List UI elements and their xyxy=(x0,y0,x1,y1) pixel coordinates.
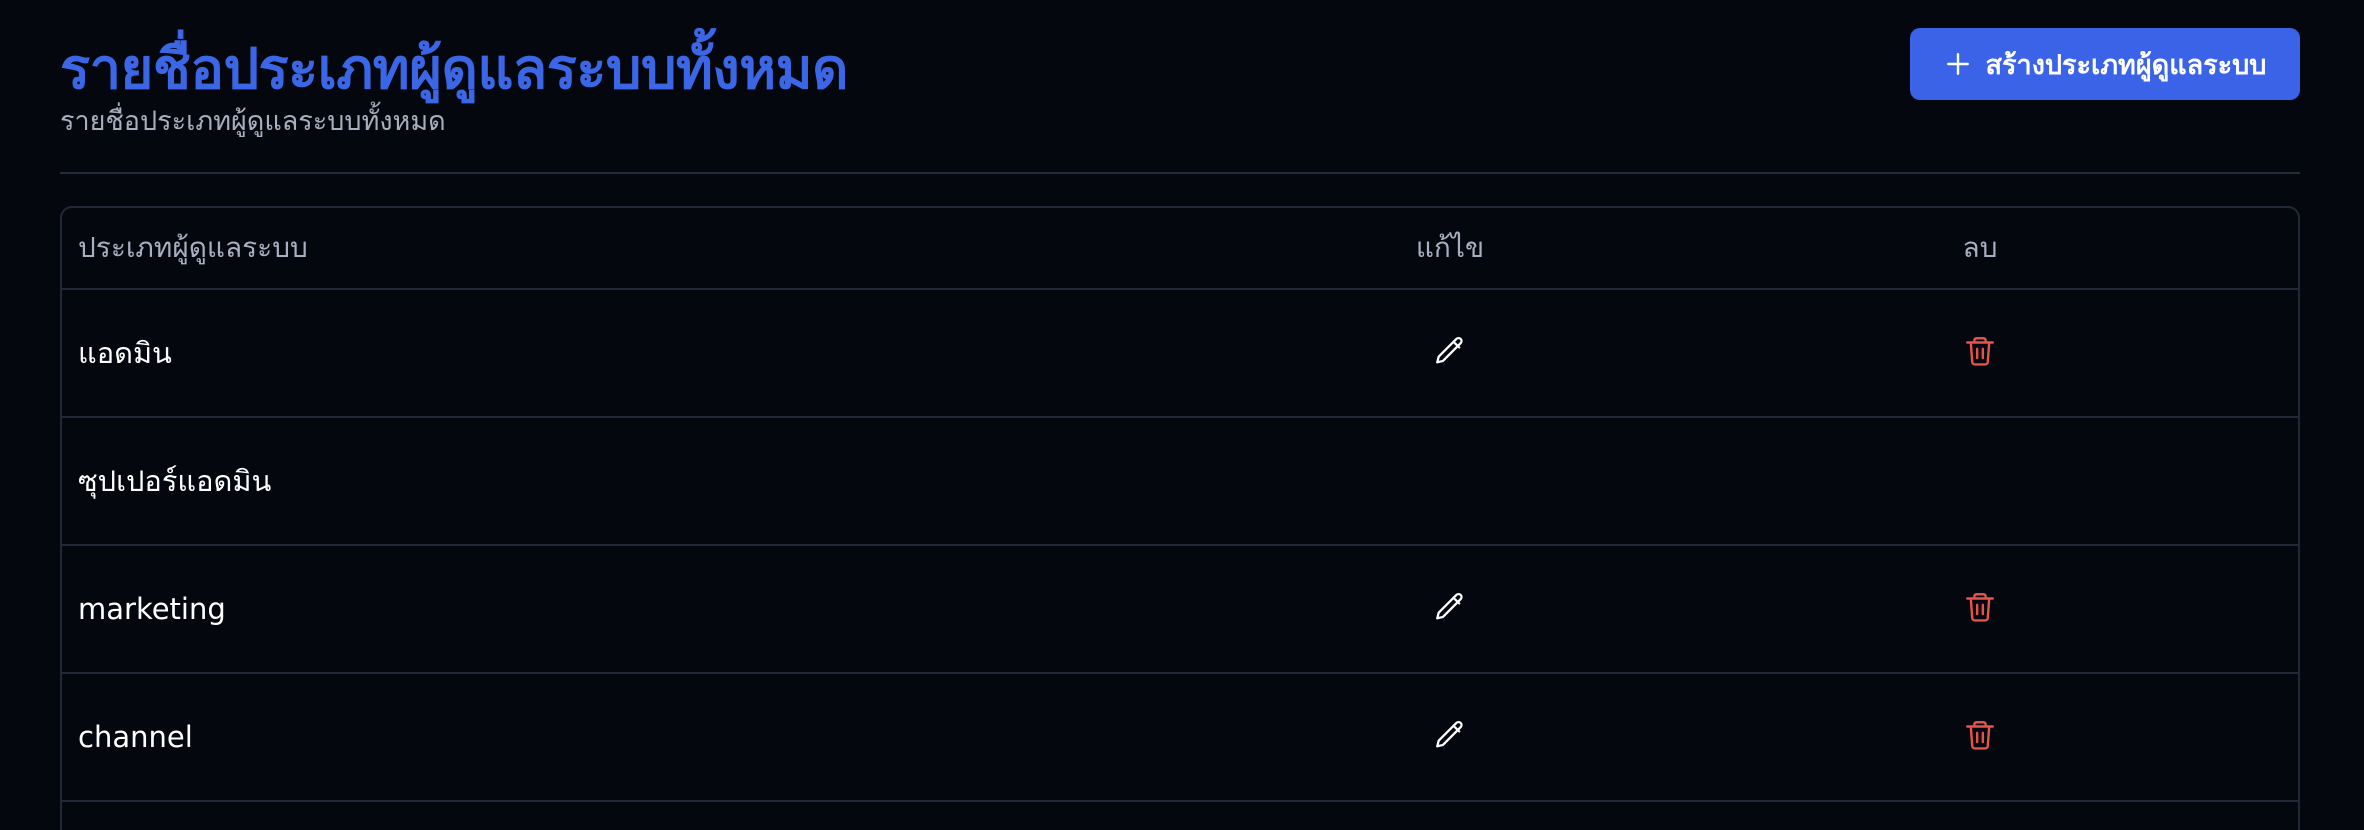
trash-icon xyxy=(1963,590,1997,627)
create-admin-type-button[interactable]: สร้างประเภทผู้ดูแลระบบ xyxy=(1910,28,2300,100)
table-row: แอดมิน xyxy=(62,289,2298,418)
edit-button[interactable] xyxy=(1428,715,1472,759)
edit-button[interactable] xyxy=(1428,331,1472,375)
table-row: channel xyxy=(62,673,2298,802)
edit-cell xyxy=(1244,289,1656,418)
header-divider xyxy=(60,172,2300,174)
table-header-row: ประเภทผู้ดูแลระบบ แก้ไข ลบ xyxy=(62,208,2298,290)
delete-button[interactable] xyxy=(1958,331,2002,375)
admin-type-name: ซุปเปอร์แอดมิน xyxy=(62,417,1244,546)
trash-icon xyxy=(1963,334,1997,371)
page-subtitle: รายชื่อประเภทผู้ดูแลระบบทั้งหมด xyxy=(60,106,446,137)
admin-types-table: ประเภทผู้ดูแลระบบ แก้ไข ลบ แอดมิน ซุปเปอ… xyxy=(60,206,2300,830)
column-header-delete: ลบ xyxy=(1656,208,2298,290)
page: รายชื่อประเภทผู้ดูแลระบบทั้งหมด รายชื่อป… xyxy=(0,0,2364,830)
table-row: ซุปเปอร์แอดมิน xyxy=(62,417,2298,546)
edit-cell xyxy=(1244,417,1656,546)
trash-icon xyxy=(1963,718,1997,755)
delete-cell xyxy=(1656,289,2298,418)
pencil-icon xyxy=(1433,590,1467,627)
delete-button[interactable] xyxy=(1958,715,2002,759)
edit-cell xyxy=(1244,545,1656,674)
column-header-edit: แก้ไข xyxy=(1244,208,1656,290)
edit-cell xyxy=(1244,673,1656,802)
admin-type-name: marketing xyxy=(62,545,1244,674)
delete-button[interactable] xyxy=(1958,587,2002,631)
pencil-icon xyxy=(1433,334,1467,371)
delete-cell xyxy=(1656,545,2298,674)
page-title: รายชื่อประเภทผู้ดูแลระบบทั้งหมด xyxy=(60,37,848,102)
pencil-icon xyxy=(1433,718,1467,755)
admin-type-name: แอดมิน xyxy=(62,289,1244,418)
table-row: marketing xyxy=(62,545,2298,674)
delete-cell xyxy=(1656,673,2298,802)
create-admin-type-label: สร้างประเภทผู้ดูแลระบบ xyxy=(1985,49,2267,81)
page-header: รายชื่อประเภทผู้ดูแลระบบทั้งหมด รายชื่อป… xyxy=(60,28,2300,148)
delete-cell xyxy=(1656,417,2298,546)
plus-icon xyxy=(1944,50,1972,78)
column-header-admin-type: ประเภทผู้ดูแลระบบ xyxy=(62,208,1244,290)
admin-type-name: channel xyxy=(62,673,1244,802)
edit-button[interactable] xyxy=(1428,587,1472,631)
